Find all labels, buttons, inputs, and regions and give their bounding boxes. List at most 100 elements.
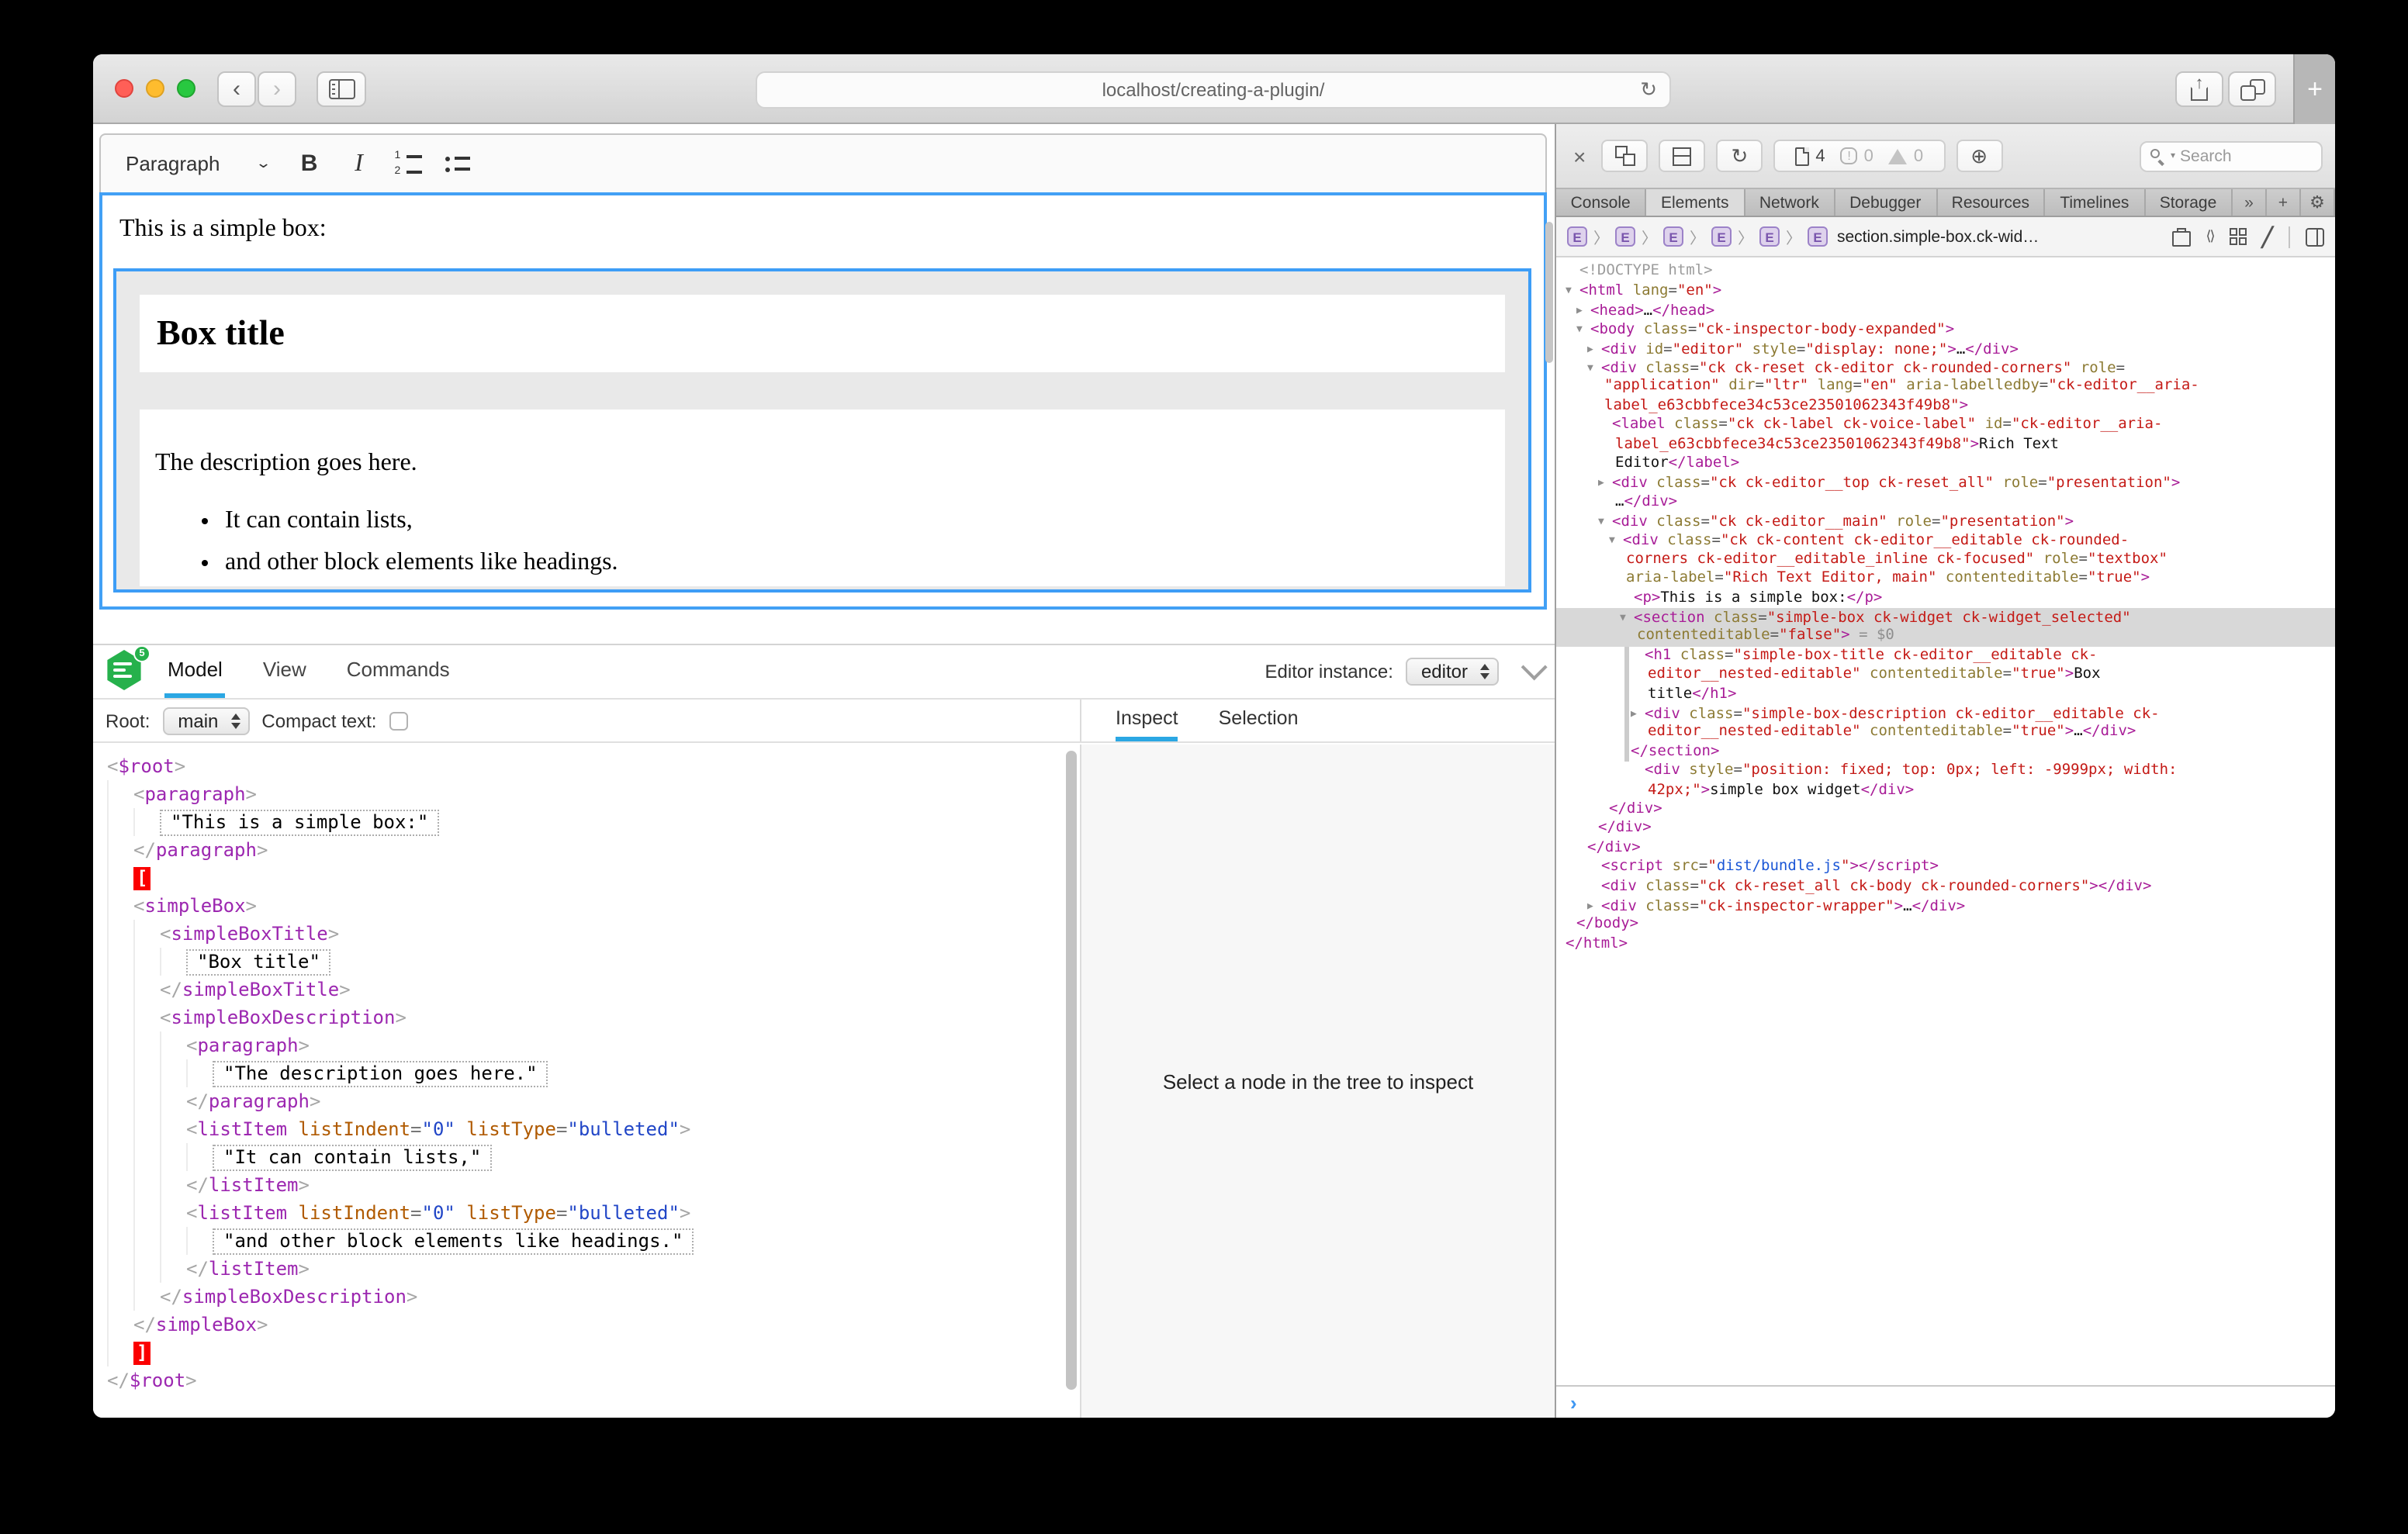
dom-tree-line[interactable]: corners ck-editor__editable_inline ck-fo… [1556,551,2335,570]
model-tree-line[interactable]: <listItem listIndent="0" listType="bulle… [93,1199,1080,1227]
add-tab-button[interactable]: + [2267,189,2301,216]
tab-network[interactable]: Network [1745,189,1835,216]
model-tree-line[interactable]: [ [93,864,1080,892]
model-tree-line[interactable]: ] [93,1339,1080,1366]
tab-debugger[interactable]: Debugger [1835,189,1938,216]
dom-tree-line[interactable]: ▼<div class="ck ck-content ck-editor__ed… [1556,531,2335,551]
model-tree-line[interactable]: <listItem listIndent="0" listType="bulle… [93,1115,1080,1143]
close-devtools-button[interactable]: × [1569,143,1590,168]
dom-tree-line[interactable]: </section> [1556,743,2335,762]
dock-bottom-button[interactable] [1659,140,1705,172]
numbered-list-button[interactable]: 1 2 [387,143,431,184]
close-window-button[interactable] [115,79,133,98]
settings-tab-button[interactable]: ⚙ [2301,189,2335,216]
sidebar-toggle-button[interactable] [317,71,366,107]
simple-box-widget[interactable]: Box title The description goes here. It … [113,268,1531,593]
forward-button[interactable]: › [258,71,296,107]
dom-tree-line[interactable]: <div class="ck ck-reset_all ck-body ck-r… [1556,877,2335,897]
dom-tree-line[interactable]: </html> [1556,935,2335,954]
element-picker-button[interactable]: ⊕ [1956,140,2002,172]
italic-button[interactable]: I [337,143,381,184]
minimize-window-button[interactable] [146,79,164,98]
dom-tree-line[interactable]: </body> [1556,916,2335,935]
model-tree-line[interactable]: "The description goes here." [93,1059,1080,1087]
dom-tree-line[interactable]: <!DOCTYPE html> [1556,262,2335,282]
model-tree[interactable]: <$root><paragraph>"This is a simple box:… [93,745,1080,1418]
reload-icon[interactable]: ↻ [1640,78,1657,102]
editor-editable-area[interactable]: This is a simple box: Box title The desc… [99,192,1547,610]
model-tree-line[interactable]: <paragraph> [93,780,1080,808]
dom-tree-line[interactable]: <h1 class="simple-box-title ck-editor__e… [1556,647,2335,666]
root-select[interactable]: main [162,707,249,734]
collapse-inspector-icon[interactable] [1521,654,1548,680]
devtools-search-field[interactable]: ▾ Search [2140,140,2323,171]
list-item[interactable]: It can contain lists, [225,507,1489,535]
dom-tree-line[interactable]: <p>This is a simple box:</p> [1556,589,2335,608]
box-title-text[interactable]: Box title [157,313,285,354]
dom-tree[interactable]: <!DOCTYPE html>▼<html lang="en">▶<head>…… [1556,257,2335,1385]
tab-selection[interactable]: Selection [1219,700,1299,741]
reload-page-button[interactable]: ↻ [1716,140,1763,172]
heading-dropdown[interactable]: Paragraph ⌄ [113,146,282,181]
back-button[interactable]: ‹ [217,71,256,107]
dom-tree-line[interactable]: ▼<div class="ck ck-reset ck-editor ck-ro… [1556,358,2335,378]
details-sidebar-icon[interactable] [2306,227,2324,246]
dom-tree-line[interactable]: ▶<div class="ck ck-editor__top ck-reset_… [1556,474,2335,493]
dom-tree-line[interactable]: aria-label="Rich Text Editor, main" cont… [1556,570,2335,589]
dom-tree-line[interactable]: title</h1> [1556,685,2335,704]
model-tree-line[interactable]: </listItem> [93,1171,1080,1199]
dom-tree-line[interactable]: label_e63cbbfece34c53ce23501062343f49b8"… [1556,396,2335,416]
breadcrumb-element-badge[interactable]: E [1567,226,1587,247]
dom-tree-line[interactable]: ▶<head>…</head> [1556,301,2335,320]
model-tree-line[interactable]: </paragraph> [93,1087,1080,1115]
address-bar[interactable]: localhost/creating-a-plugin/ ↻ [756,71,1671,109]
share-button[interactable]: ↑ [2175,71,2223,107]
list-item[interactable]: and other block elements like headings. [225,549,1489,577]
dom-tree-line[interactable]: </div> [1556,820,2335,839]
model-tree-line[interactable]: </simpleBox> [93,1311,1080,1339]
model-tree-scrollbar[interactable] [1066,751,1077,1390]
breadcrumb-element-badge[interactable]: E [1711,226,1732,247]
model-tree-line[interactable]: <$root> [93,752,1080,780]
dom-tree-line[interactable]: </div> [1556,838,2335,858]
model-tree-line[interactable]: <simpleBoxTitle> [93,920,1080,948]
model-tree-line[interactable]: </paragraph> [93,836,1080,864]
tab-storage[interactable]: Storage [2145,189,2233,216]
breadcrumb-element-badge[interactable]: E [1663,226,1683,247]
issues-summary-button[interactable]: 4 ! 0 0 [1773,140,1945,172]
tab-inspect[interactable]: Inspect [1116,700,1178,741]
dom-tree-line[interactable]: …</div> [1556,492,2335,512]
dom-tree-line[interactable]: ▶<div class="ck-inspector-wrapper">…</di… [1556,897,2335,916]
dom-tree-line[interactable]: ▼<div class="ck ck-editor__main" role="p… [1556,512,2335,531]
simple-box-description-area[interactable]: The description goes here. It can contai… [140,409,1505,586]
model-tree-line[interactable]: </listItem> [93,1255,1080,1283]
model-tree-line[interactable]: </simpleBoxDescription> [93,1283,1080,1311]
breadcrumb-element-badge[interactable]: E [1808,226,1828,247]
show-source-icon[interactable]: ⟨⟩ [2206,228,2213,245]
dom-tree-line[interactable]: contenteditable="false"> = $0 [1556,627,2335,647]
dom-tree-line[interactable]: 42px;">simple box widget</div> [1556,781,2335,800]
more-tabs-button[interactable]: » [2233,189,2267,216]
breadcrumb-selected-node[interactable]: section.simple-box.ck-wid… [1837,227,2039,246]
model-tree-line[interactable]: "This is a simple box:" [93,808,1080,836]
dom-tree-line[interactable]: label_e63cbbfece34c53ce23501062343f49b8"… [1556,435,2335,454]
tab-view[interactable]: View [260,645,310,698]
dom-tree-line[interactable]: ▼<body class="ck-inspector-body-expanded… [1556,320,2335,339]
model-tree-line[interactable]: </simpleBoxTitle> [93,976,1080,1004]
grid-overlay-icon[interactable] [2230,228,2247,245]
model-tree-line[interactable]: <paragraph> [93,1031,1080,1059]
dom-tree-line[interactable]: ▶<div id="editor" style="display: none;"… [1556,339,2335,358]
dom-tree-line[interactable]: Editor</label> [1556,454,2335,474]
simple-box-title-area[interactable]: Box title [140,295,1505,372]
tab-timelines[interactable]: Timelines [2046,189,2145,216]
print-icon[interactable] [2171,230,2190,246]
paintbrush-icon[interactable]: ╱ [2262,226,2273,247]
model-tree-line[interactable]: "It can contain lists," [93,1143,1080,1171]
dom-tree-line[interactable]: ▶<div class="simple-box-description ck-e… [1556,704,2335,724]
model-tree-line[interactable]: <simpleBox> [93,892,1080,920]
breadcrumb-element-badge[interactable]: E [1615,226,1635,247]
dom-tree-line[interactable]: <div style="position: fixed; top: 0px; l… [1556,762,2335,781]
zoom-window-button[interactable] [177,79,195,98]
dom-tree-line[interactable]: ▼<html lang="en"> [1556,282,2335,301]
quick-console[interactable]: › [1556,1385,2335,1418]
